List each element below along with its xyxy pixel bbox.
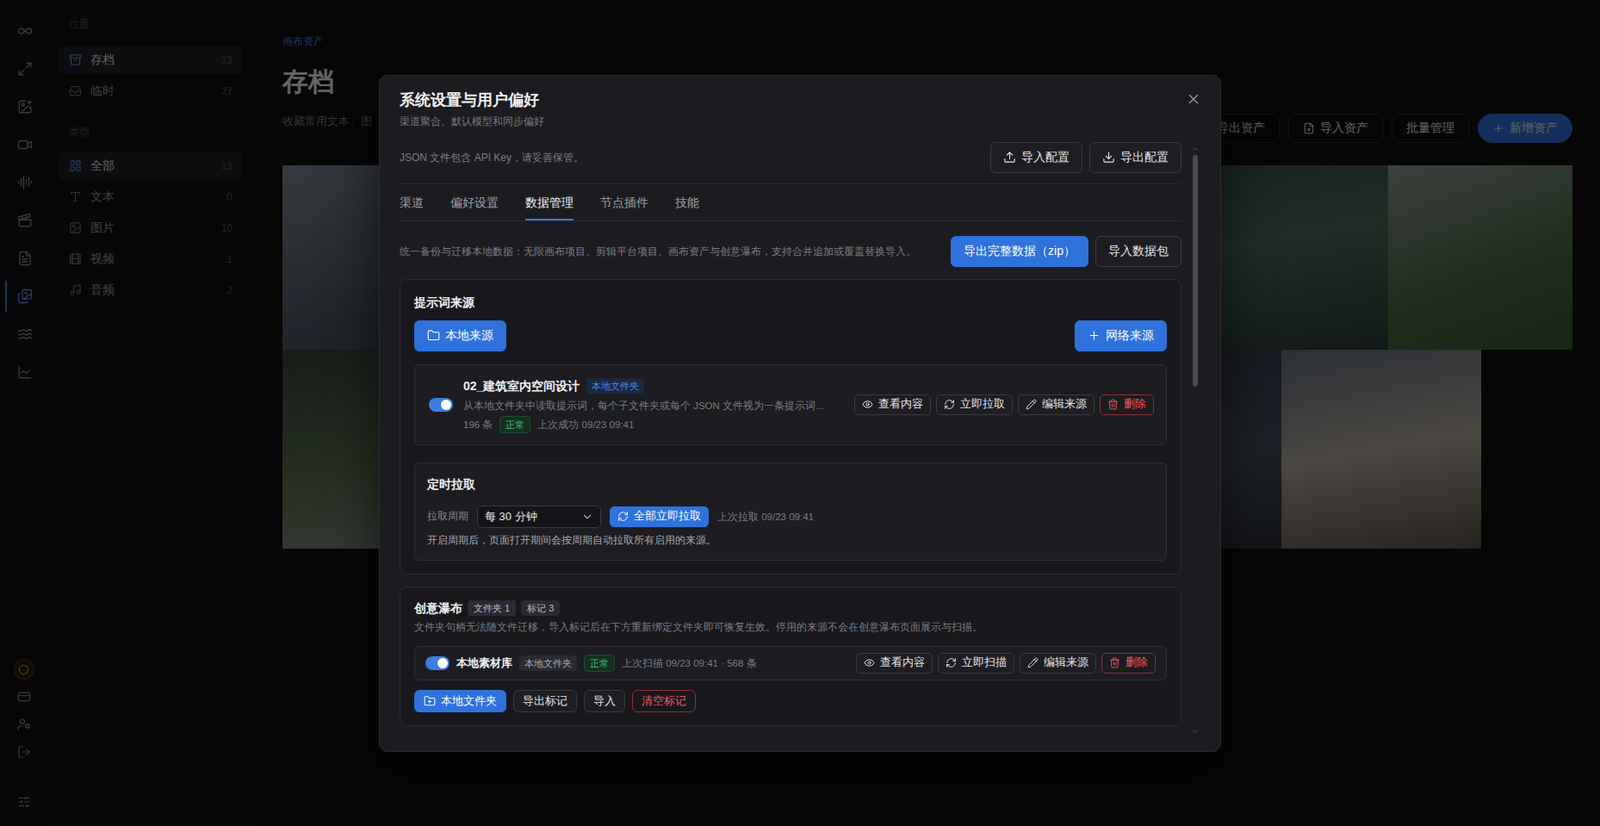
select-value: 每 30 分钟 — [484, 508, 538, 525]
waterfall-button[interactable]: 本地文件夹 — [414, 689, 507, 713]
eye-icon — [863, 657, 875, 669]
backup-description: 统一备份与迁移本地数据：无限画布项目、剪辑平台项目、画布资产与创意瀑布，支持合并… — [399, 244, 941, 259]
source-action-button[interactable]: 立即扫描 — [937, 652, 1015, 674]
source-name: 本地素材库 — [456, 653, 513, 673]
source-action-button[interactable]: 删除 — [1101, 652, 1156, 674]
trash-icon — [1109, 657, 1121, 669]
waterfall-button[interactable]: 导出标记 — [513, 689, 577, 713]
dialog-title: 系统设置与用户偏好 — [399, 89, 545, 111]
source-action-button[interactable]: 删除 — [1099, 394, 1154, 416]
count-chip: 文件夹 1 — [467, 600, 516, 616]
interval-select[interactable]: 每 30 分钟 — [477, 505, 602, 528]
settings-tabs: 渠道偏好设置数据管理节点插件技能 — [399, 184, 1182, 222]
backup-button[interactable]: 导出完整数据（zip） — [950, 235, 1089, 267]
source-toggle[interactable] — [425, 656, 450, 670]
source-toggle[interactable] — [428, 397, 453, 412]
source-actions: 查看内容立即拉取编辑来源删除 — [854, 394, 1154, 416]
source-meta: 196 条正常上次成功 09/23 09:41 — [463, 415, 844, 434]
app-window: 位置存档13临时27类型全部13文本0图片10视频1音频2画布资产存档收藏常用文… — [0, 0, 1600, 826]
add-source-button[interactable]: 本地来源 — [414, 320, 507, 352]
source-last: 上次成功 09/23 09:41 — [537, 415, 634, 434]
plus-icon — [1087, 328, 1101, 342]
source-info: 02_建筑室内空间设计本地文件夹从本地文件夹中读取提示词，每个子文件夹或每个 J… — [463, 376, 844, 434]
dialog-body: JSON 文件包含 API Key，请妥善保管。 导入配置导出配置渠道偏好设置数据… — [379, 133, 1221, 751]
pencil-icon — [1027, 657, 1039, 669]
source-action-button[interactable]: 查看内容 — [854, 394, 931, 416]
dialog-title-column: 系统设置与用户偏好渠道聚合、默认模型和同步偏好 — [399, 89, 545, 129]
toggle-knob — [437, 657, 448, 669]
upload-icon — [1003, 150, 1017, 164]
card-title: 创意瀑布 — [414, 599, 463, 617]
waterfall-description: 文件夹句柄无法随文件迁移，导入标记后在下方重新绑定文件夹即可恢复生效。停用的来源… — [414, 620, 1167, 634]
card-title: 提示词来源 — [414, 293, 1167, 311]
schedule-box: 定时拉取拉取周期每 30 分钟 全部立即拉取上次拉取 09/23 09:41 开启周… — [414, 462, 1167, 561]
close-icon — [1185, 91, 1202, 107]
waterfall-card: 创意瀑布文件夹 1标记 3 文件夹句柄无法随文件迁移，导入标记后在下方重新绑定文件… — [399, 586, 1182, 726]
source-action-button[interactable]: 编辑来源 — [1019, 652, 1097, 674]
waterfall-button[interactable]: 清空标记 — [632, 689, 696, 713]
source-meta: 上次扫描 09/23 09:41 · 568 条 — [621, 654, 757, 672]
dialog-header: 系统设置与用户偏好渠道聚合、默认模型和同步偏好 — [379, 75, 1221, 134]
schedule-title: 定时拉取 — [427, 477, 1154, 493]
refresh-icon — [945, 657, 957, 669]
config-button[interactable]: 导出配置 — [1089, 142, 1182, 174]
config-button[interactable]: 导入配置 — [990, 142, 1083, 174]
scrollbar-thumb[interactable] — [1192, 155, 1198, 387]
source-status: 正常 — [499, 415, 531, 434]
scroll-up-icon — [1190, 144, 1200, 154]
eye-icon — [862, 398, 874, 410]
pencil-icon — [1025, 398, 1037, 410]
backup-button[interactable]: 导入数据包 — [1095, 235, 1182, 267]
schedule-last: 上次拉取 09/23 09:41 — [717, 508, 814, 526]
prompt-source-row: 02_建筑室内空间设计本地文件夹从本地文件夹中读取提示词，每个子文件夹或每个 J… — [414, 364, 1167, 446]
download-icon — [1102, 150, 1116, 164]
count-chip: 标记 3 — [520, 600, 560, 616]
refresh-icon — [943, 398, 956, 410]
source-tag: 本地文件夹 — [586, 378, 645, 394]
add-source-button[interactable]: 网络来源 — [1074, 320, 1167, 352]
source-description: 从本地文件夹中读取提示词，每个子文件夹或每个 JSON 文件视为一条提示词... — [463, 397, 844, 414]
settings-tab[interactable]: 技能 — [675, 184, 700, 221]
backup-buttons: 导出完整数据（zip）导入数据包 — [950, 235, 1182, 267]
schedule-note: 开启周期后，页面打开期间会按周期自动拉取所有启用的来源。 — [427, 533, 1154, 548]
settings-tab[interactable]: 偏好设置 — [450, 184, 499, 221]
settings-dialog: 系统设置与用户偏好渠道聚合、默认模型和同步偏好JSON 文件包含 API Key… — [378, 74, 1222, 752]
source-tag: 本地文件夹 — [519, 655, 577, 671]
source-status: 正常 — [583, 654, 615, 672]
waterfall-button[interactable]: 导入 — [583, 689, 626, 713]
settings-tab[interactable]: 数据管理 — [525, 184, 574, 221]
chevron-down-icon — [581, 510, 594, 523]
pull-all-button[interactable]: 全部立即拉取 — [609, 506, 709, 528]
source-count: 196 条 — [463, 415, 493, 434]
source-name-line: 02_建筑室内空间设计本地文件夹 — [463, 376, 844, 396]
settings-tab[interactable]: 渠道 — [399, 184, 424, 221]
dialog-subtitle: 渠道聚合、默认模型和同步偏好 — [399, 114, 545, 129]
trash-icon — [1107, 398, 1119, 410]
config-note: JSON 文件包含 API Key，请妥善保管。 — [399, 150, 584, 165]
waterfall-source-row: 本地素材库本地文件夹正常上次扫描 09/23 09:41 · 568 条 查看内容… — [414, 645, 1167, 681]
folder-plus-icon — [423, 694, 436, 707]
config-buttons: 导入配置导出配置 — [990, 142, 1182, 174]
source-actions: 查看内容立即扫描编辑来源删除 — [855, 652, 1156, 674]
add-source-row: 本地来源 网络来源 — [414, 320, 1167, 352]
source-action-button[interactable]: 编辑来源 — [1017, 394, 1095, 416]
backup-row: 统一备份与迁移本地数据：无限画布项目、剪辑平台项目、画布资产与创意瀑布，支持合并… — [399, 235, 1182, 267]
settings-tab[interactable]: 节点插件 — [600, 184, 649, 221]
toggle-knob — [440, 399, 452, 410]
scroll-down-icon — [1190, 726, 1200, 736]
source-name: 02_建筑室内空间设计 — [463, 376, 580, 396]
config-row: JSON 文件包含 API Key，请妥善保管。 导入配置导出配置 — [399, 142, 1182, 185]
refresh-icon — [617, 510, 629, 522]
close-button[interactable] — [1184, 89, 1204, 109]
folder-icon — [427, 328, 441, 342]
waterfall-title-line: 创意瀑布文件夹 1标记 3 — [414, 599, 1167, 617]
source-action-button[interactable]: 查看内容 — [855, 652, 933, 674]
waterfall-buttons: 本地文件夹导出标记导入清空标记 — [414, 689, 1167, 713]
schedule-label: 拉取周期 — [427, 508, 469, 524]
schedule-row: 拉取周期每 30 分钟 全部立即拉取上次拉取 09/23 09:41 — [427, 505, 1154, 528]
modal-overlay[interactable]: 系统设置与用户偏好渠道聚合、默认模型和同步偏好JSON 文件包含 API Key… — [0, 0, 1600, 826]
source-action-button[interactable]: 立即拉取 — [936, 394, 1013, 416]
prompt-sources-card: 提示词来源本地来源网络来源02_建筑室内空间设计本地文件夹从本地文件夹中读取提示… — [399, 279, 1182, 575]
scrollbar[interactable] — [1190, 144, 1200, 736]
